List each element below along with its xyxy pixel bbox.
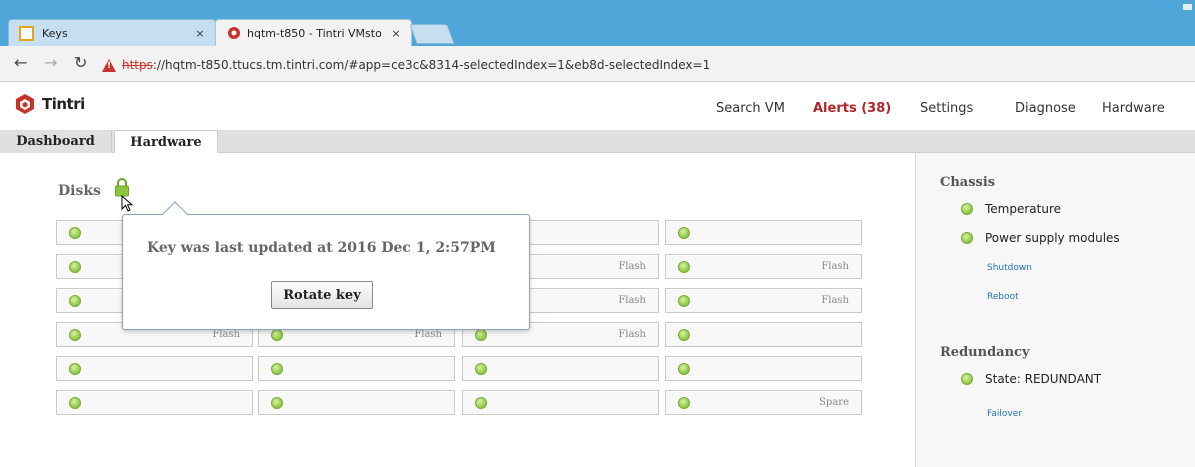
back-arrow-icon[interactable]: ←	[14, 54, 27, 72]
tab-dashboard[interactable]: Dashboard	[0, 130, 112, 153]
key-updated-text: Key was last updated at 2016 Dec 1, 2:57…	[147, 240, 496, 256]
disk-status-icon	[678, 396, 690, 409]
status-label: Temperature	[985, 202, 1062, 216]
reload-icon[interactable]: ↻	[74, 54, 87, 72]
status-ok-icon	[961, 373, 973, 385]
disk-type-label: Flash	[618, 295, 646, 306]
disk-status-icon	[69, 294, 81, 307]
disk-status-icon	[69, 328, 81, 341]
disk-status-icon	[69, 396, 81, 409]
disk-type-label: Flash	[618, 261, 646, 272]
sidebar: Chassis Temperature Power supply modules…	[915, 153, 1195, 467]
chassis-heading: Chassis	[940, 175, 996, 190]
status-label: Power supply modules	[985, 231, 1120, 245]
nav-hardware[interactable]: Hardware	[1102, 101, 1165, 116]
disk-status-icon	[678, 362, 690, 375]
lock-icon[interactable]	[114, 177, 130, 197]
nav-settings[interactable]: Settings	[920, 101, 973, 116]
tintri-logo[interactable]: Tintri	[14, 93, 85, 115]
temperature-status: Temperature	[961, 202, 1061, 216]
disk-status-icon	[271, 362, 283, 375]
disk-type-label: Flash	[618, 329, 646, 340]
disk-slot[interactable]	[56, 356, 253, 381]
tintri-logo-icon	[16, 94, 34, 114]
disk-slot[interactable]: Spare	[665, 390, 862, 415]
tab-hardware[interactable]: Hardware	[114, 130, 218, 154]
browser-tabstrip: Keys × hqtm-t850 - Tintri VMsto ×	[0, 0, 1195, 46]
disk-type-label: Flash	[212, 329, 240, 340]
disk-type-label: Flash	[821, 261, 849, 272]
disk-slot[interactable]	[56, 390, 253, 415]
disk-slot[interactable]	[462, 390, 659, 415]
disk-type-label: Spare	[819, 397, 849, 408]
disk-slot[interactable]: Flash	[665, 254, 862, 279]
disk-slot[interactable]	[258, 356, 455, 381]
disk-slot[interactable]: Flash	[665, 288, 862, 313]
disk-status-icon	[678, 294, 690, 307]
status-ok-icon	[961, 232, 973, 244]
logo-text: Tintri	[42, 95, 85, 113]
page-tabs: Dashboard Hardware	[0, 130, 1195, 154]
disk-slot[interactable]	[665, 356, 862, 381]
disk-status-icon	[475, 362, 487, 375]
address-bar: ← → ↻ https://hqtm-t850.ttucs.tm.tintri.…	[0, 46, 1195, 82]
close-tab-icon[interactable]: ×	[387, 27, 405, 40]
disks-title: Disks	[58, 183, 101, 199]
reboot-link[interactable]: Reboot	[987, 292, 1019, 302]
status-ok-icon	[961, 203, 973, 215]
browser-tab-title: hqtm-t850 - Tintri VMsto	[247, 26, 382, 40]
insecure-warning-icon	[102, 58, 116, 72]
key-popover: Key was last updated at 2016 Dec 1, 2:57…	[122, 201, 530, 330]
disk-slot[interactable]	[258, 390, 455, 415]
nav-search-vm[interactable]: Search VM	[716, 101, 785, 116]
close-tab-icon[interactable]: ×	[191, 27, 209, 40]
browser-tab-tintri[interactable]: hqtm-t850 - Tintri VMsto ×	[215, 19, 412, 46]
disk-slot[interactable]	[665, 322, 862, 347]
keys-page-icon	[19, 25, 34, 41]
url-field[interactable]: https://hqtm-t850.ttucs.tm.tintri.com/#a…	[102, 55, 710, 75]
disk-status-icon	[678, 260, 690, 273]
disk-type-label: Flash	[414, 329, 442, 340]
disk-status-icon	[69, 260, 81, 273]
disk-slot[interactable]	[462, 356, 659, 381]
disk-type-label: Flash	[821, 295, 849, 306]
app-header: Tintri Search VM Alerts (38) Settings Di…	[0, 83, 1195, 130]
disk-status-icon	[271, 328, 283, 341]
mouse-cursor-icon	[121, 195, 134, 212]
power-supply-status: Power supply modules	[961, 231, 1120, 245]
window-minimize-icon[interactable]	[1183, 4, 1192, 10]
nav-alerts[interactable]: Alerts (38)	[813, 101, 891, 116]
tintri-favicon-icon	[226, 26, 241, 41]
browser-tab-keys[interactable]: Keys ×	[8, 19, 216, 46]
disk-status-icon	[475, 396, 487, 409]
forward-arrow-icon[interactable]: →	[44, 54, 57, 72]
disk-status-icon	[678, 328, 690, 341]
disk-status-icon	[69, 226, 81, 239]
new-tab-button[interactable]	[409, 24, 455, 44]
redundancy-state: State: REDUNDANT	[961, 372, 1101, 386]
shutdown-link[interactable]: Shutdown	[987, 263, 1032, 273]
failover-link[interactable]: Failover	[987, 409, 1022, 419]
url-text: ://hqtm-t850.ttucs.tm.tintri.com/#app=ce…	[152, 58, 711, 72]
disk-status-icon	[475, 328, 487, 341]
disk-status-icon	[678, 226, 690, 239]
url-scheme: https	[122, 58, 153, 72]
rotate-key-button[interactable]: Rotate key	[271, 281, 373, 309]
redundancy-heading: Redundancy	[940, 345, 1030, 360]
browser-tab-title: Keys	[42, 26, 68, 40]
disk-slot[interactable]	[665, 220, 862, 245]
disk-status-icon	[69, 362, 81, 375]
disk-status-icon	[271, 396, 283, 409]
status-label: State: REDUNDANT	[985, 372, 1102, 386]
nav-diagnose[interactable]: Diagnose	[1015, 101, 1076, 116]
